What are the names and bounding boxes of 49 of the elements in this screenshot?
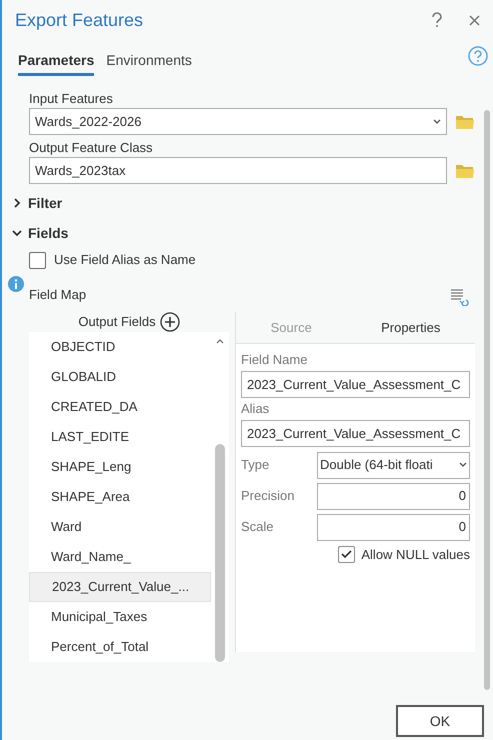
field-list-item[interactable]: CREATED_DA — [29, 392, 211, 422]
section-header[interactable]: Filter — [28, 192, 62, 214]
chevron-down-icon[interactable] — [12, 228, 22, 238]
field-list-item[interactable]: Percent_of_Total — [29, 632, 211, 662]
dropdown-field[interactable]: Wards_2022-2026 — [29, 108, 447, 135]
input-field[interactable]: 2023_Current_Value_Assessment_C — [241, 371, 470, 398]
dropdown-field[interactable]: Double (64-bit floati — [317, 452, 470, 478]
help-icon[interactable] — [431, 12, 443, 28]
checkbox[interactable] — [338, 546, 356, 564]
tab[interactable]: Parameters — [18, 50, 94, 76]
field-list-item[interactable]: Ward_Name_ — [29, 542, 211, 572]
input-field[interactable]: Wards_2023tax — [29, 157, 447, 184]
checkmark-icon — [341, 550, 352, 560]
info-icon — [8, 276, 24, 292]
window-title: Export Features — [15, 8, 144, 32]
field-label: Precision — [241, 487, 296, 506]
field-list-item[interactable]: Ward — [29, 512, 211, 542]
field-list-item[interactable]: GLOBALID — [29, 362, 211, 392]
field-list-item[interactable]: Municipal_Taxes — [29, 602, 211, 632]
checkbox[interactable] — [29, 252, 46, 268]
input-field[interactable]: 0 — [317, 482, 470, 510]
chevron-right-icon[interactable] — [12, 198, 22, 208]
section-header[interactable]: Fields — [28, 222, 68, 244]
close-icon[interactable] — [469, 14, 480, 26]
field-label: Scale — [241, 518, 275, 536]
scrollbar-thumb[interactable] — [484, 110, 490, 690]
input-field[interactable]: 2023_Current_Value_Assessment_C — [241, 420, 470, 447]
field-label: Output Feature Class — [29, 139, 154, 157]
checkbox-label: Use Field Alias as Name — [54, 251, 196, 270]
reset-list-icon[interactable] — [450, 288, 470, 306]
field-list-item[interactable]: SHAPE_Area — [29, 482, 211, 512]
field-list-item[interactable]: LAST_EDITE — [29, 422, 211, 452]
field-label: Type — [241, 456, 270, 474]
field-label: Field Name — [241, 351, 308, 369]
scrollbar-thumb[interactable] — [215, 444, 225, 662]
field-list-item[interactable]: SHAPE_Leng — [29, 452, 211, 482]
field-label: Input Features — [29, 90, 114, 108]
field-list-item[interactable]: 2023_Current_Value_... — [29, 572, 211, 602]
output-fields-header: Output Fields — [78, 313, 156, 332]
tab[interactable]: Properties — [381, 318, 440, 338]
field-label: Alias — [241, 400, 270, 418]
input-field[interactable]: 0 — [317, 514, 470, 540]
field-map-label: Field Map — [29, 286, 88, 304]
scroll-up-icon[interactable] — [216, 338, 224, 344]
checkbox-label: Allow NULL values — [361, 546, 470, 564]
add-icon[interactable] — [160, 312, 180, 332]
ok-button[interactable]: OK — [396, 705, 484, 737]
field-list-item[interactable]: OBJECTID — [29, 332, 211, 362]
tab[interactable]: Environments — [106, 50, 192, 76]
